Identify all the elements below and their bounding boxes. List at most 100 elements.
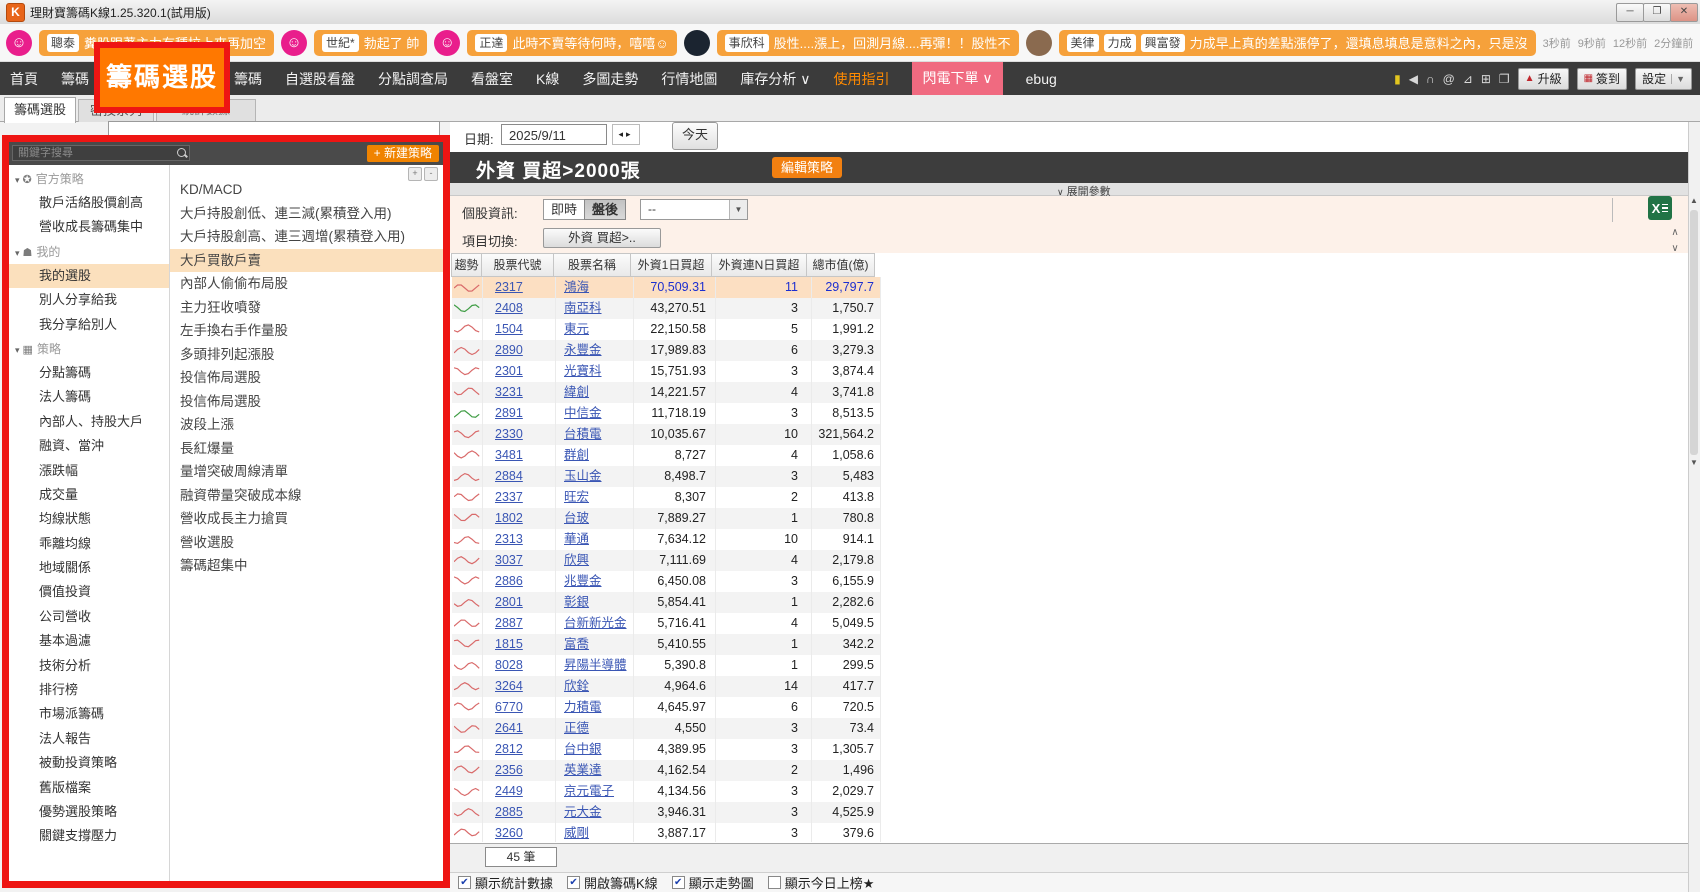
strategy-list-item[interactable]: 量增突破周線清單 xyxy=(170,460,443,484)
stock-tag[interactable]: 正達 xyxy=(475,34,507,52)
close-button[interactable]: ✕ xyxy=(1670,3,1698,22)
chevron-down-icon[interactable]: ∨ xyxy=(1666,241,1684,256)
scroll-up-icon[interactable]: ▲ xyxy=(1689,196,1699,205)
stock-code-link[interactable]: 6770 xyxy=(495,700,523,714)
stock-code-link[interactable]: 2886 xyxy=(495,574,523,588)
stock-tag[interactable]: 事欣科 xyxy=(725,34,769,52)
table-row[interactable]: 2313華通7,634.1210914.1 xyxy=(452,529,881,550)
nav-item-6[interactable]: K線 xyxy=(536,69,559,89)
table-row[interactable]: 2641正德4,550373.4 xyxy=(452,718,881,739)
tree-item[interactable]: 關鍵支撐壓力 xyxy=(9,824,169,848)
stock-code-link[interactable]: 3481 xyxy=(495,448,523,462)
stock-code-link[interactable]: 2356 xyxy=(495,763,523,777)
stock-name-link[interactable]: 台玻 xyxy=(564,511,589,525)
tab-chip-stock-picker[interactable]: 籌碼選股 xyxy=(4,97,76,123)
column-header-4[interactable]: 外資連N日買超 xyxy=(711,253,807,277)
stock-code-link[interactable]: 1504 xyxy=(495,322,523,336)
tree-item[interactable]: 價值投資 xyxy=(9,580,169,604)
window-icon[interactable]: ❐ xyxy=(1499,72,1510,86)
tree-item[interactable]: 舊版檔案 xyxy=(9,776,169,800)
stock-code-link[interactable]: 3264 xyxy=(495,679,523,693)
stock-code-link[interactable]: 2449 xyxy=(495,784,523,798)
font-increase-button[interactable]: + xyxy=(408,167,422,181)
strategy-list-item[interactable]: 營收選股 xyxy=(170,531,443,555)
stock-code-link[interactable]: 2301 xyxy=(495,364,523,378)
tree-item[interactable]: 地域關係 xyxy=(9,556,169,580)
nav-item-debug[interactable]: ebug xyxy=(1026,71,1057,87)
table-row[interactable]: 3231緯創14,221.5743,741.8 xyxy=(452,382,881,403)
stock-name-link[interactable]: 台中銀 xyxy=(564,742,602,756)
stock-code-link[interactable]: 1815 xyxy=(495,637,523,651)
afterhours-toggle[interactable]: 盤後 xyxy=(584,199,626,220)
stock-code-link[interactable]: 2641 xyxy=(495,721,523,735)
checked-checkbox-icon[interactable]: ✔ xyxy=(458,876,471,889)
stock-code-link[interactable]: 2337 xyxy=(495,490,523,504)
tree-item[interactable]: 法人籌碼 xyxy=(9,385,169,409)
chevron-up-icon[interactable]: ∧ xyxy=(1666,225,1684,240)
stock-code-link[interactable]: 2885 xyxy=(495,805,523,819)
tree-item[interactable]: 內部人、持股大戶 xyxy=(9,410,169,434)
stats-icon[interactable]: ⊿ xyxy=(1463,72,1473,86)
maximize-button[interactable]: ❐ xyxy=(1643,3,1671,22)
table-row[interactable]: 8028昇陽半導體5,390.81299.5 xyxy=(452,655,881,676)
table-row[interactable]: 2301光寶科15,751.9333,874.4 xyxy=(452,361,881,382)
item-switch-button[interactable]: 外資 買超>.. xyxy=(543,228,661,248)
chat-icon[interactable]: @ xyxy=(1443,72,1455,86)
stock-name-link[interactable]: 台新新光金 xyxy=(564,616,627,630)
stock-name-link[interactable]: 力積電 xyxy=(564,700,602,714)
scrollbar-thumb[interactable] xyxy=(1690,210,1698,455)
tree-item[interactable]: 市場派籌碼 xyxy=(9,702,169,726)
calendar-icon[interactable]: ⊞ xyxy=(1481,72,1491,86)
stock-name-link[interactable]: 元大金 xyxy=(564,805,602,819)
tree-item[interactable]: 技術分析 xyxy=(9,654,169,678)
nav-item-5[interactable]: 看盤室 xyxy=(471,69,513,89)
nav-item-10[interactable]: 使用指引 xyxy=(833,69,889,89)
column-header-1[interactable]: 股票代號 xyxy=(481,253,554,277)
stock-name-link[interactable]: 東元 xyxy=(564,322,589,336)
display-option-checkbox[interactable]: ✔顯示統計數據 xyxy=(458,873,553,892)
tree-group-header[interactable]: ▾☗我的 xyxy=(9,240,169,264)
stock-code-link[interactable]: 2317 xyxy=(495,280,523,294)
stock-tag[interactable]: 世紀* xyxy=(322,34,359,52)
tree-item[interactable]: 我的選股 xyxy=(9,264,169,288)
stock-code-link[interactable]: 3037 xyxy=(495,553,523,567)
edit-strategy-button[interactable]: 編輯策略 xyxy=(772,157,842,178)
stock-name-link[interactable]: 光寶科 xyxy=(564,364,602,378)
strategy-list-item[interactable]: 大戶持股創低、連三減(累積登入用) xyxy=(170,202,443,226)
stock-code-link[interactable]: 2408 xyxy=(495,301,523,315)
strategy-list-item[interactable]: 內部人偷偷布局股 xyxy=(170,272,443,296)
speaker-icon[interactable]: ◀ xyxy=(1409,72,1418,86)
tree-item[interactable]: 均線狀態 xyxy=(9,507,169,531)
stock-name-link[interactable]: 群創 xyxy=(564,448,589,462)
tree-item[interactable]: 法人報告 xyxy=(9,727,169,751)
display-option-checkbox[interactable]: ✔顯示走勢圖 xyxy=(672,873,754,892)
date-input[interactable]: 2025/9/11 xyxy=(501,124,607,145)
stock-code-link[interactable]: 2801 xyxy=(495,595,523,609)
stock-code-link[interactable]: 3260 xyxy=(495,826,523,840)
stock-name-link[interactable]: 威剛 xyxy=(564,826,589,840)
table-row[interactable]: 3481群創8,72741,058.6 xyxy=(452,445,881,466)
tree-item[interactable]: 我分享給別人 xyxy=(9,313,169,337)
table-row[interactable]: 2890永豐金17,989.8363,279.3 xyxy=(452,340,881,361)
stock-name-link[interactable]: 欣銓 xyxy=(564,679,589,693)
checked-checkbox-icon[interactable]: ✔ xyxy=(567,876,580,889)
stock-code-link[interactable]: 2812 xyxy=(495,742,523,756)
tree-item[interactable]: 融資、當沖 xyxy=(9,434,169,458)
table-row[interactable]: 6770力積電4,645.976720.5 xyxy=(452,697,881,718)
stock-name-link[interactable]: 英業達 xyxy=(564,763,602,777)
table-row[interactable]: 2891中信金11,718.1938,513.5 xyxy=(452,403,881,424)
stock-name-link[interactable]: 永豐金 xyxy=(564,343,602,357)
stock-name-link[interactable]: 中信金 xyxy=(564,406,602,420)
table-row[interactable]: 2801彰銀5,854.4112,282.6 xyxy=(452,592,881,613)
table-row[interactable]: 2408南亞科43,270.5131,750.7 xyxy=(452,298,881,319)
table-row[interactable]: 2337旺宏8,3072413.8 xyxy=(452,487,881,508)
stock-name-link[interactable]: 富喬 xyxy=(564,637,589,651)
stock-code-link[interactable]: 2884 xyxy=(495,469,523,483)
tree-item[interactable]: 成交量 xyxy=(9,483,169,507)
strategy-list-item[interactable]: 長紅爆量 xyxy=(170,437,443,461)
nav-item-3[interactable]: 自選股看盤 xyxy=(285,69,355,89)
strategy-list-item[interactable]: 營收成長主力搶買 xyxy=(170,507,443,531)
tree-item[interactable]: 基本過濾 xyxy=(9,629,169,653)
strategy-list-item[interactable]: 融資帶量突破成本線 xyxy=(170,484,443,508)
stock-tag[interactable]: 力成 xyxy=(1104,34,1136,52)
